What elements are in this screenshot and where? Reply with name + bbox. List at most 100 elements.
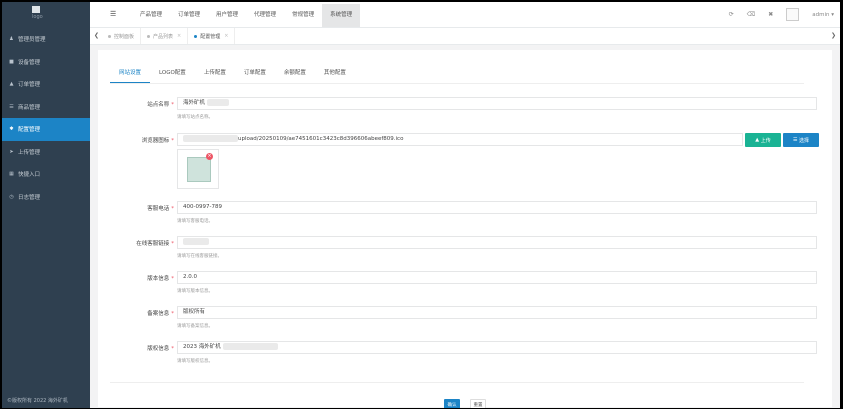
tab-logo-config[interactable]: LOGO配置 xyxy=(150,68,195,83)
grid-icon: ▦ xyxy=(9,171,14,178)
record-label: 备案信息 * xyxy=(147,311,174,317)
copyright-input[interactable]: 2023 海外矿机 xyxy=(177,341,817,354)
refresh-icon[interactable]: ⟳ xyxy=(729,11,734,18)
config-panel: 网站设置 LOGO配置 上传配置 订单配置 余额配置 其他配置 站点名称 * 海外… xyxy=(98,50,832,408)
tab-dot-icon xyxy=(194,34,198,38)
record-input[interactable]: 版权所有 xyxy=(177,306,817,319)
topnav-product[interactable]: 产品管理 xyxy=(132,4,170,27)
topnav-agent[interactable]: 代理管理 xyxy=(246,4,284,27)
topnav-system[interactable]: 系统管理 xyxy=(322,4,361,27)
main-content: 网站设置 LOGO配置 上传配置 订单配置 余额配置 其他配置 站点名称 * 海外… xyxy=(90,45,840,408)
confirm-button[interactable]: 确认 xyxy=(444,399,460,408)
page-tab-label: 配置管理 xyxy=(200,33,221,40)
tabs-scroll-left-icon[interactable]: ❮ xyxy=(94,32,99,39)
app-frame: logo ♟ 管理员管理 ■ 设备管理 ▲ 订单管理 ☰ 商品管理 ✱ 配置管理… xyxy=(2,2,840,408)
page-tab-products[interactable]: 产品列表 × xyxy=(141,28,189,44)
phone-help: 请填写客服电话。 xyxy=(177,219,213,224)
tabs-scroll-right-icon[interactable]: ❯ xyxy=(831,32,836,39)
favicon-image xyxy=(187,157,211,182)
sidebar-item-order[interactable]: ▲ 订单管理 xyxy=(2,73,90,96)
version-input[interactable]: 2.0.0 xyxy=(177,271,817,284)
page-tab-config[interactable]: 配置管理 × xyxy=(188,28,236,44)
tabs-divider xyxy=(110,83,804,84)
menu-toggle-icon[interactable]: ☰ xyxy=(110,10,116,18)
customer-link-label: 在线客服链接 * xyxy=(136,241,174,247)
tab-balance-config[interactable]: 余额配置 xyxy=(275,68,315,83)
tab-dot-icon xyxy=(147,34,151,38)
site-name-help: 请填写站点名称。 xyxy=(177,115,213,120)
user-icon: ♟ xyxy=(9,36,14,43)
sidebar-item-device[interactable]: ■ 设备管理 xyxy=(2,51,90,74)
page-tab-label: 控制面板 xyxy=(114,33,135,40)
choose-button[interactable]: ☰ 选择 xyxy=(783,133,819,147)
fullscreen-icon[interactable]: ✖ xyxy=(768,11,773,18)
topnav-general[interactable]: 常规管理 xyxy=(284,4,322,27)
copyright-label: 版权信息 * xyxy=(147,346,174,352)
upload-button[interactable]: ▲ 上传 xyxy=(745,133,781,147)
sidebar-item-shortcut[interactable]: ▦ 快捷入口 xyxy=(2,163,90,186)
sidebar-item-upload[interactable]: ➤ 上传管理 xyxy=(2,141,90,164)
upload-icon: ➤ xyxy=(9,148,14,155)
sidebar-footer: ©版权所有 2022 海外矿机 xyxy=(7,398,68,404)
redacted-text xyxy=(206,99,229,106)
topbar: ☰ 产品管理 订单管理 用户管理 代理管理 常规管理 系统管理 ⟳ ⌫ ✖ ad… xyxy=(90,2,840,28)
sidebar-item-log[interactable]: ◷ 日志管理 xyxy=(2,186,90,209)
tab-order-config[interactable]: 订单配置 xyxy=(235,68,275,83)
sidebar-item-label: 日志管理 xyxy=(18,194,41,201)
site-name-label: 站点名称 * xyxy=(147,102,174,108)
gear-icon: ✱ xyxy=(9,126,14,133)
sidebar-item-label: 订单管理 xyxy=(18,82,41,89)
topnav-user[interactable]: 用户管理 xyxy=(208,4,246,27)
sidebar-item-label: 快捷入口 xyxy=(18,172,41,179)
admin-menu[interactable]: admin ▾ xyxy=(812,12,834,18)
logo: logo xyxy=(2,2,90,28)
phone-label: 客服电话 * xyxy=(147,206,174,212)
sidebar-item-label: 上传管理 xyxy=(18,149,41,156)
tab-site-settings[interactable]: 网站设置 xyxy=(110,68,151,83)
page-tabs: 控制面板 产品列表 × 配置管理 × xyxy=(102,28,236,44)
device-icon: ■ xyxy=(9,58,14,65)
sidebar-item-config[interactable]: ✱ 配置管理 xyxy=(2,118,90,141)
sidebar-item-goods[interactable]: ☰ 商品管理 xyxy=(2,96,90,119)
trash-icon[interactable]: ⌫ xyxy=(747,11,755,18)
favicon-label: 浏览器图标 * xyxy=(141,138,174,144)
page-tab-label: 产品列表 xyxy=(153,33,174,40)
site-name-input[interactable]: 海外矿机 xyxy=(177,97,817,110)
redacted-text xyxy=(183,238,209,245)
document-icon: ▲ xyxy=(9,81,14,88)
sidebar-item-label: 商品管理 xyxy=(18,104,41,111)
sidebar-item-label: 管理员管理 xyxy=(18,37,46,44)
list-icon: ☰ xyxy=(9,103,14,110)
sidebar-item-label: 设备管理 xyxy=(18,59,41,66)
tab-dot-icon xyxy=(108,34,111,38)
version-label: 版本信息 * xyxy=(147,276,174,282)
tab-other-config[interactable]: 其他配置 xyxy=(315,68,355,83)
sidebar-item-label: 配置管理 xyxy=(18,127,41,134)
tab-upload-config[interactable]: 上传配置 xyxy=(195,68,235,83)
reset-button[interactable]: 重置 xyxy=(470,399,486,408)
close-icon[interactable]: × xyxy=(224,33,228,39)
copyright-help: 请填写版权信息。 xyxy=(177,359,213,364)
top-navigation: 产品管理 订单管理 用户管理 代理管理 常规管理 系统管理 xyxy=(132,4,361,27)
config-tabs: 网站设置 LOGO配置 上传配置 订单配置 余额配置 其他配置 xyxy=(110,68,355,83)
topbar-actions: ⟳ ⌫ ✖ admin ▾ xyxy=(729,8,834,21)
favicon-preview: × xyxy=(177,149,219,189)
favicon-input[interactable]: upload/20250109/ae7451601c3423c8d396606a… xyxy=(177,133,743,146)
phone-input[interactable]: 400-0997-789 xyxy=(177,201,817,214)
sidebar: logo ♟ 管理员管理 ■ 设备管理 ▲ 订单管理 ☰ 商品管理 ✱ 配置管理… xyxy=(2,2,90,408)
topnav-order[interactable]: 订单管理 xyxy=(170,4,208,27)
clock-icon: ◷ xyxy=(9,193,14,200)
customer-link-input[interactable] xyxy=(177,236,817,249)
redacted-text xyxy=(222,343,278,350)
avatar[interactable] xyxy=(786,8,800,21)
sidebar-item-admin[interactable]: ♟ 管理员管理 xyxy=(2,28,90,51)
record-help: 请填写备案信息。 xyxy=(177,324,213,329)
logo-text: logo xyxy=(32,14,43,20)
form-divider xyxy=(110,382,804,383)
customer-link-help: 请填写在线客服链接。 xyxy=(177,254,222,259)
page-tab-dashboard[interactable]: 控制面板 xyxy=(102,28,142,44)
close-icon[interactable]: × xyxy=(177,33,181,39)
remove-image-icon[interactable]: × xyxy=(206,153,213,160)
logo-image xyxy=(32,6,40,13)
page-tabs-bar: ❮ 控制面板 产品列表 × 配置管理 × ❯ xyxy=(90,28,840,45)
